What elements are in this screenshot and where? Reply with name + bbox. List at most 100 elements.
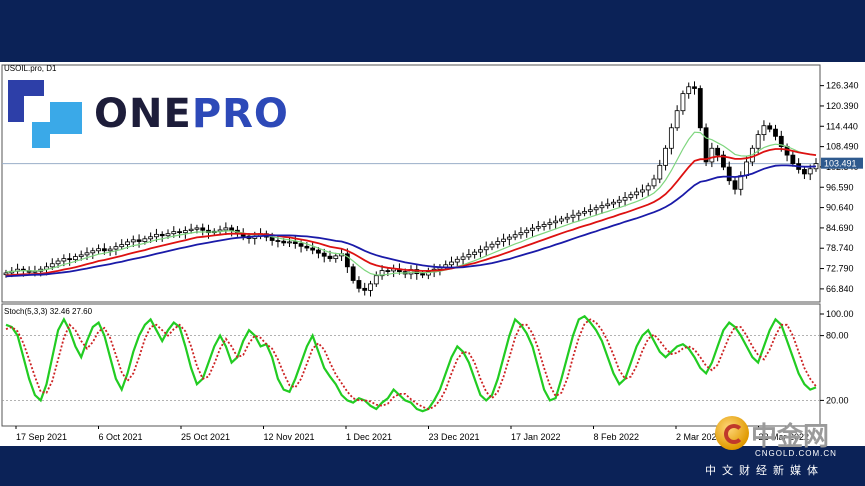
candle-body xyxy=(188,228,194,232)
candle-body xyxy=(113,246,119,250)
candle-body xyxy=(709,147,715,163)
price-tick-label: 84.690 xyxy=(826,223,854,233)
stochastic-k-line xyxy=(5,314,817,413)
candle-body xyxy=(541,224,547,227)
candle-body xyxy=(715,147,721,156)
candle-body xyxy=(478,249,483,253)
candle-body xyxy=(628,194,634,198)
candle-body xyxy=(148,236,154,240)
candle-body xyxy=(726,166,732,182)
candle-body xyxy=(495,241,501,245)
onepro-logo-mark-icon xyxy=(8,80,82,148)
candle-body xyxy=(489,243,495,248)
candle-body xyxy=(298,243,304,247)
candle-body xyxy=(651,178,657,187)
candle-body xyxy=(582,211,587,214)
candle-body xyxy=(755,134,761,149)
candle-body xyxy=(333,255,339,260)
candle-body xyxy=(692,86,697,89)
candle-body xyxy=(472,251,478,255)
brand-wordmark: ONEPRO xyxy=(94,86,289,142)
candle-body xyxy=(55,260,61,265)
price-tick-label: 78.740 xyxy=(826,243,854,253)
candle-body xyxy=(663,147,668,166)
candle-body xyxy=(738,175,744,190)
price-tick-label: 90.640 xyxy=(826,203,854,213)
price-tick-label: 120.390 xyxy=(826,101,859,111)
candle-body xyxy=(385,270,391,272)
candle-body xyxy=(535,226,541,229)
candle-body xyxy=(564,216,570,220)
candle-body xyxy=(640,189,645,193)
stochastic-tick-label: 100.00 xyxy=(826,309,854,319)
candle-body xyxy=(466,254,472,258)
candle-body xyxy=(773,128,778,137)
candle-body xyxy=(732,180,738,190)
date-tick-label: 12 Nov 2021 xyxy=(264,432,315,442)
candle-body xyxy=(182,230,188,234)
price-tick-label: 66.840 xyxy=(826,284,854,294)
candle-body xyxy=(420,273,425,276)
watermark-title: 中金网 xyxy=(751,422,830,452)
candle-body xyxy=(518,232,524,236)
candle-body xyxy=(194,227,200,230)
candle-body xyxy=(611,201,616,205)
watermark-subtitle: 中文财经新媒体 xyxy=(705,464,824,477)
price-tick-label: 114.440 xyxy=(826,121,858,131)
price-tick-label: 108.490 xyxy=(826,142,859,152)
candle-body xyxy=(200,227,206,231)
stochastic-d-line xyxy=(5,318,817,410)
candle-body xyxy=(154,233,159,238)
candle-body xyxy=(107,248,113,252)
candle-body xyxy=(350,266,356,281)
candle-body xyxy=(483,246,489,251)
candle-body xyxy=(287,241,292,244)
date-tick-label: 8 Feb 2022 xyxy=(594,432,640,442)
candle-body xyxy=(587,209,593,212)
candle-body xyxy=(645,185,651,191)
candle-body xyxy=(807,168,813,175)
candle-body xyxy=(547,222,553,225)
date-tick-label: 1 Dec 2021 xyxy=(346,432,392,442)
candle-body xyxy=(84,252,90,256)
price-tick-label: 96.590 xyxy=(826,182,854,192)
stochastic-pane-frame xyxy=(1,303,821,427)
candle-body xyxy=(622,197,628,201)
candle-body xyxy=(703,127,709,163)
date-tick-label: 17 Jan 2022 xyxy=(511,432,561,442)
candle-body xyxy=(570,214,576,218)
candle-body xyxy=(223,227,229,231)
candle-body xyxy=(460,256,466,260)
candle-body xyxy=(67,258,73,261)
candle-body xyxy=(327,255,333,260)
cngold-coin-icon xyxy=(715,416,749,450)
candle-body xyxy=(744,161,749,177)
moving-average-line xyxy=(5,148,817,277)
symbol-label: USOIL.pro, D1 xyxy=(4,64,57,73)
candle-body xyxy=(686,86,692,95)
candle-body xyxy=(368,283,373,291)
candle-body xyxy=(281,240,287,244)
candle-body xyxy=(501,238,506,242)
candle-body xyxy=(171,231,177,235)
watermark-url: CNGOLD.COM.CN xyxy=(755,449,837,458)
candle-body xyxy=(78,254,84,257)
candle-body xyxy=(593,207,599,211)
candle-body xyxy=(559,218,564,222)
candle-body xyxy=(159,233,165,237)
candle-body xyxy=(165,233,171,237)
candle-body xyxy=(61,258,67,262)
candle-body xyxy=(605,203,611,207)
candle-body xyxy=(657,164,663,180)
candle-body xyxy=(96,248,101,252)
candle-body xyxy=(49,263,55,268)
candle-body xyxy=(599,205,605,209)
current-price-label: 103.491 xyxy=(824,159,857,169)
candle-body xyxy=(136,239,142,242)
price-tick-label: 126.340 xyxy=(826,81,859,91)
candle-body xyxy=(506,236,512,240)
candle-body xyxy=(177,231,182,234)
candle-body xyxy=(125,241,130,246)
date-tick-label: 23 Dec 2021 xyxy=(429,432,480,442)
candle-body xyxy=(668,127,674,149)
